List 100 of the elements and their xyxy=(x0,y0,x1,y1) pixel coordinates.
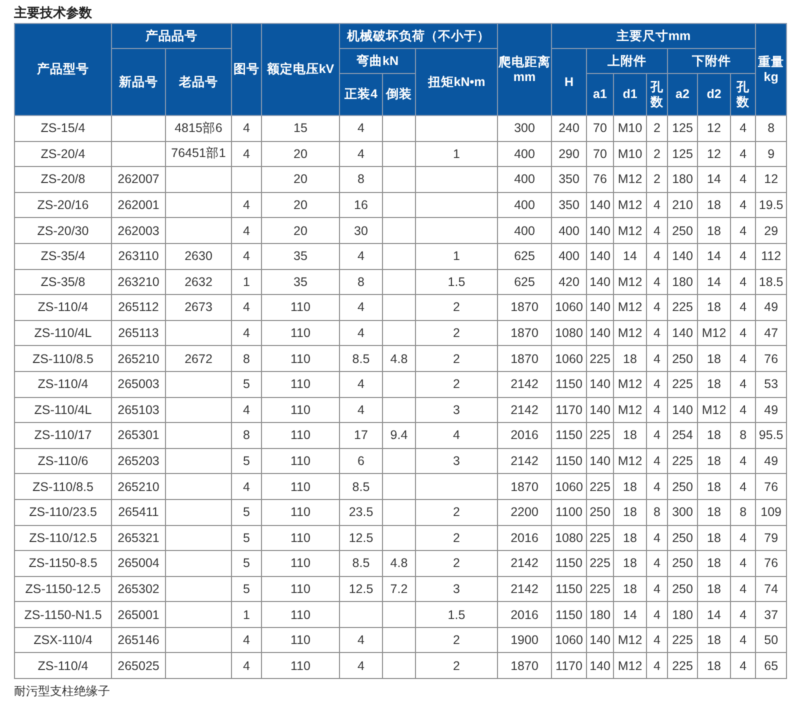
table-cell: ZS-110/4L xyxy=(14,320,112,346)
table-cell: 110 xyxy=(262,525,340,551)
table-cell: 1080 xyxy=(552,525,586,551)
table-cell: 4 xyxy=(232,243,262,270)
column-header: 弯曲kN xyxy=(340,48,416,74)
table-cell: 4 xyxy=(730,294,756,320)
table-cell: 265003 xyxy=(112,371,166,398)
table-cell: 180 xyxy=(668,269,698,295)
table-cell: 4 xyxy=(646,474,668,500)
table-cell: 18 xyxy=(614,499,646,525)
table-cell: M12 xyxy=(614,371,646,398)
column-header: H xyxy=(552,48,586,116)
table-cell: 1150 xyxy=(552,371,586,398)
table-cell: 12 xyxy=(698,141,730,167)
table-cell: 140 xyxy=(586,294,614,320)
table-cell: 110 xyxy=(262,627,340,653)
table-cell: 110 xyxy=(262,499,340,525)
table-cell: 8.5 xyxy=(340,550,382,576)
table-cell: 4 xyxy=(730,602,756,628)
table-cell: 30 xyxy=(340,218,382,244)
table-cell: 110 xyxy=(262,448,340,474)
table-cell: 4 xyxy=(232,294,262,320)
table-cell: 74 xyxy=(756,576,787,602)
table-cell: 18 xyxy=(614,576,646,602)
table-cell: 1150 xyxy=(552,576,586,602)
column-header: 产品品号 xyxy=(112,24,232,48)
table-cell: 18 xyxy=(614,550,646,576)
table-cell: 4 xyxy=(730,397,756,423)
table-cell: ZS-1150-12.5 xyxy=(14,576,112,602)
table-cell: 70 xyxy=(586,116,614,142)
table-cell: 76 xyxy=(756,346,787,372)
table-cell: 2 xyxy=(416,320,498,346)
table-cell: 12.5 xyxy=(340,525,382,551)
table-cell: 18 xyxy=(698,550,730,576)
table-cell: M12 xyxy=(614,320,646,346)
table-cell: 400 xyxy=(498,192,552,218)
table-cell: 2142 xyxy=(498,397,552,423)
table-cell: 1.5 xyxy=(416,269,498,295)
column-header: 孔数 xyxy=(646,74,668,116)
table-cell: 2630 xyxy=(166,243,232,270)
table-cell: 4 xyxy=(232,192,262,218)
table-cell: 4 xyxy=(340,294,382,320)
table-cell: 250 xyxy=(586,499,614,525)
table-cell: 140 xyxy=(586,269,614,295)
table-cell: 265321 xyxy=(112,525,166,551)
column-header: 图号 xyxy=(232,24,262,116)
table-cell: 2016 xyxy=(498,525,552,551)
table-cell: 263210 xyxy=(112,269,166,295)
table-cell: 49 xyxy=(756,397,787,423)
table-cell: 4 xyxy=(730,243,756,270)
table-cell: 250 xyxy=(668,576,698,602)
table-cell: 4 xyxy=(730,320,756,346)
table-cell: 4 xyxy=(730,166,756,192)
column-header: 上附件 xyxy=(586,48,668,74)
table-cell: ZS-110/4 xyxy=(14,294,112,320)
table-cell: ZS-110/8.5 xyxy=(14,346,112,372)
table-cell: 225 xyxy=(668,371,698,398)
table-cell: 4 xyxy=(232,474,262,500)
table-cell: M12 xyxy=(614,448,646,474)
table-cell: 9.4 xyxy=(382,422,416,448)
table-cell: 625 xyxy=(498,243,552,270)
table-cell: 140 xyxy=(586,397,614,423)
table-cell: 1870 xyxy=(498,294,552,320)
table-cell: 300 xyxy=(498,116,552,142)
table-cell: 20 xyxy=(262,192,340,218)
table-cell: 4 xyxy=(730,448,756,474)
table-cell: 76451部1 xyxy=(166,141,232,167)
table-cell: M10 xyxy=(614,141,646,167)
table-cell: 110 xyxy=(262,474,340,500)
table-cell: 4 xyxy=(340,371,382,398)
table-cell: 4 xyxy=(340,652,382,679)
table-cell: 4 xyxy=(646,397,668,423)
table-cell: 49 xyxy=(756,448,787,474)
table-cell: 20 xyxy=(262,218,340,244)
table-cell: 140 xyxy=(586,627,614,653)
table-cell: 4 xyxy=(232,320,262,346)
table-cell: 4 xyxy=(730,192,756,218)
table-cell: 4 xyxy=(340,627,382,653)
table-cell: 4 xyxy=(646,218,668,244)
table-cell: 4 xyxy=(232,652,262,679)
table-cell: 76 xyxy=(586,166,614,192)
table-cell: 140 xyxy=(668,320,698,346)
table-cell: 110 xyxy=(262,320,340,346)
column-header: 额定电压kV xyxy=(262,24,340,116)
table-cell: 265301 xyxy=(112,422,166,448)
table-cell: 265210 xyxy=(112,346,166,372)
table-cell: 2142 xyxy=(498,576,552,602)
table-cell: 4.8 xyxy=(382,346,416,372)
table-cell: 4 xyxy=(340,141,382,167)
table-cell: 110 xyxy=(262,422,340,448)
table-cell: 1 xyxy=(416,243,498,270)
table-cell: 4 xyxy=(340,243,382,270)
table-cell: 5 xyxy=(232,550,262,576)
column-header: 爬电距离mm xyxy=(498,24,552,116)
table-cell: 20 xyxy=(262,166,340,192)
column-header: 重量kg xyxy=(756,24,787,116)
table-cell: ZSX-110/4 xyxy=(14,627,112,653)
table-cell: 225 xyxy=(668,627,698,653)
column-header: 机械破坏负荷（不小于） xyxy=(340,24,498,48)
table-cell: 35 xyxy=(262,269,340,295)
